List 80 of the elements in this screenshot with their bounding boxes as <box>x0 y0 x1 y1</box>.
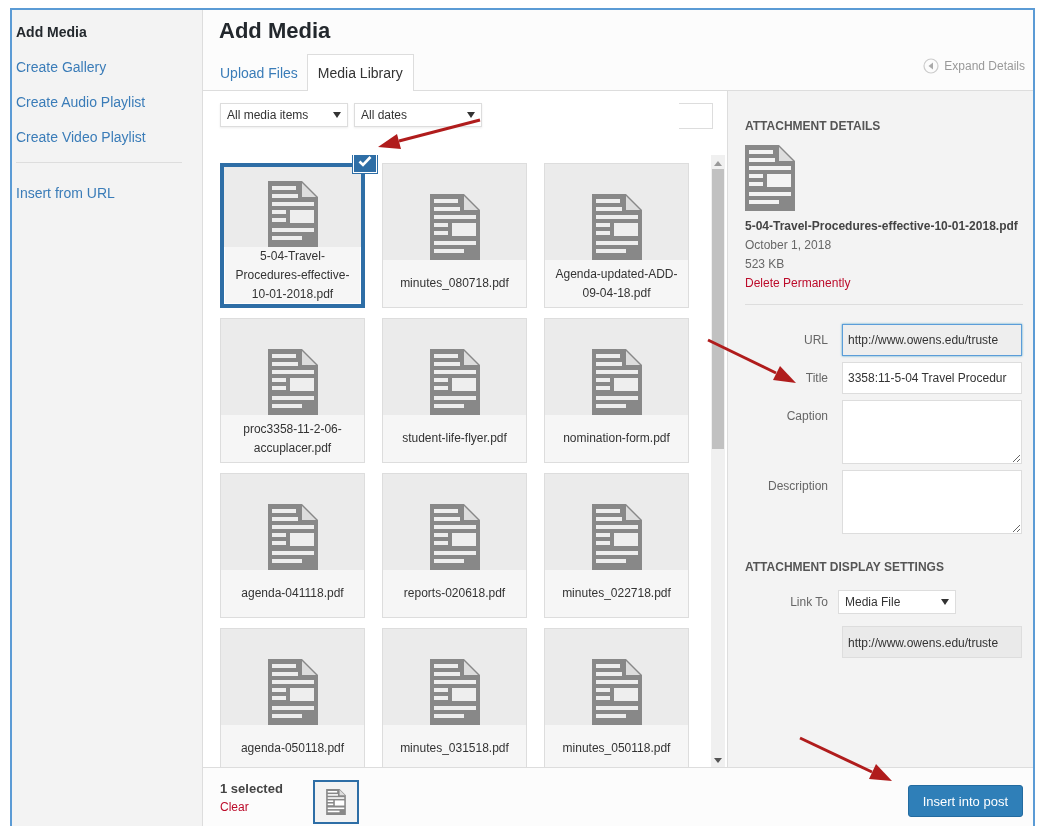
document-icon <box>325 789 346 815</box>
modal-title: Add Media <box>219 17 332 45</box>
section-heading: ATTACHMENT DISPLAY SETTINGS <box>745 560 945 574</box>
text-field[interactable]: 3358:11-5-04 Travel Procedur <box>842 362 1022 394</box>
document-icon <box>429 504 480 570</box>
text-area[interactable] <box>842 470 1022 534</box>
field-label: Description <box>766 478 828 495</box>
file-name: 5-04-Travel-Procedures-effective-10-01-2018.pdf <box>234 248 351 303</box>
file-name: reports-020618.pdf <box>402 585 507 602</box>
media-item[interactable]: minutes_080718.pdf <box>382 163 527 308</box>
text-field[interactable]: http://www.owens.edu/truste <box>842 324 1022 356</box>
media-item[interactable]: reports-020618.pdf <box>382 473 527 618</box>
link-url-field[interactable]: http://www.owens.edu/truste <box>842 626 1022 658</box>
document-icon <box>267 349 318 415</box>
file-name: agenda-050118.pdf <box>239 740 346 757</box>
document-icon <box>591 194 642 260</box>
scrollbar-thumb[interactable] <box>712 169 724 449</box>
file-name: agenda-041118.pdf <box>240 585 345 602</box>
menu-link[interactable]: Create Video Playlist <box>16 127 182 162</box>
menu-link[interactable]: Create Gallery <box>16 57 182 92</box>
expand-details-label: Expand Details <box>944 59 1025 73</box>
check-badge[interactable] <box>353 155 377 173</box>
media-item[interactable]: proc3358-11-2-06-accuplacer.pdf <box>220 318 365 463</box>
scrollbar[interactable] <box>711 155 725 767</box>
media-item[interactable]: Agenda-updated-ADD-09-04-18.pdf <box>544 163 689 308</box>
file-name: minutes_022718.pdf <box>561 585 672 602</box>
selected-thumbnail[interactable] <box>312 780 359 824</box>
section-heading: ATTACHMENT DETAILS <box>745 119 882 133</box>
caret-icon <box>941 599 949 605</box>
document-icon <box>745 145 795 211</box>
media-item[interactable]: minutes_022718.pdf <box>544 473 689 618</box>
media-item[interactable]: agenda-050118.pdf <box>220 628 365 767</box>
file-name: student-life-flyer.pdf <box>401 430 508 447</box>
attachment-size: 523 KB <box>745 256 786 273</box>
media-item[interactable]: minutes_031518.pdf <box>382 628 527 767</box>
selection-count: 1 selected <box>220 780 283 796</box>
document-icon <box>429 659 480 725</box>
scroll-down-icon[interactable] <box>714 758 722 763</box>
filter-dropdown[interactable]: All media items <box>220 103 348 127</box>
caret-icon <box>467 112 475 118</box>
document-icon <box>429 349 480 415</box>
tab[interactable]: Upload Files <box>219 54 307 91</box>
field-label: Link To <box>789 594 828 611</box>
file-name: minutes_031518.pdf <box>399 740 510 757</box>
media-item[interactable]: agenda-041118.pdf <box>220 473 365 618</box>
media-item[interactable]: minutes_050118.pdf <box>544 628 689 767</box>
link-to-dropdown[interactable]: Media File <box>838 590 956 614</box>
document-icon <box>591 504 642 570</box>
filter-dropdown[interactable]: All dates <box>354 103 482 127</box>
attachment-filename: 5-04-Travel-Procedures-effective-10-01-2018.pdf <box>745 218 1019 235</box>
insert-button[interactable]: Insert into post <box>907 785 1023 817</box>
field-label: URL <box>803 332 828 349</box>
tab[interactable]: Media Library <box>306 54 414 91</box>
search-field[interactable] <box>679 103 713 129</box>
media-item[interactable]: 5-04-Travel-Procedures-effective-10-01-2018.pdf <box>220 163 365 308</box>
menu-link[interactable]: Insert from URL <box>16 183 182 218</box>
clear-link[interactable]: Clear <box>220 799 283 814</box>
document-icon <box>267 659 318 725</box>
document-icon <box>591 349 642 415</box>
scroll-up-icon[interactable] <box>714 161 722 166</box>
delete-link[interactable]: Delete Permanently <box>745 274 1023 293</box>
file-name: minutes_080718.pdf <box>399 275 510 292</box>
file-name: nomination-form.pdf <box>562 430 671 447</box>
file-name: minutes_050118.pdf <box>561 740 672 757</box>
caret-icon <box>333 112 341 118</box>
checkmark-icon <box>358 155 372 167</box>
document-icon <box>591 659 642 725</box>
menu-link[interactable]: Create Audio Playlist <box>16 92 182 127</box>
menu-heading: Add Media <box>16 23 88 42</box>
text-area[interactable] <box>842 400 1022 464</box>
file-name: proc3358-11-2-06-accuplacer.pdf <box>242 420 343 457</box>
document-icon <box>267 504 318 570</box>
field-label: Caption <box>785 408 828 425</box>
document-icon <box>429 194 480 260</box>
field-label: Title <box>804 370 828 387</box>
media-item[interactable]: student-life-flyer.pdf <box>382 318 527 463</box>
file-name: Agenda-updated-ADD-09-04-18.pdf <box>554 265 679 302</box>
media-item[interactable]: nomination-form.pdf <box>544 318 689 463</box>
document-icon <box>267 181 318 247</box>
attachment-date: October 1, 2018 <box>745 237 833 254</box>
